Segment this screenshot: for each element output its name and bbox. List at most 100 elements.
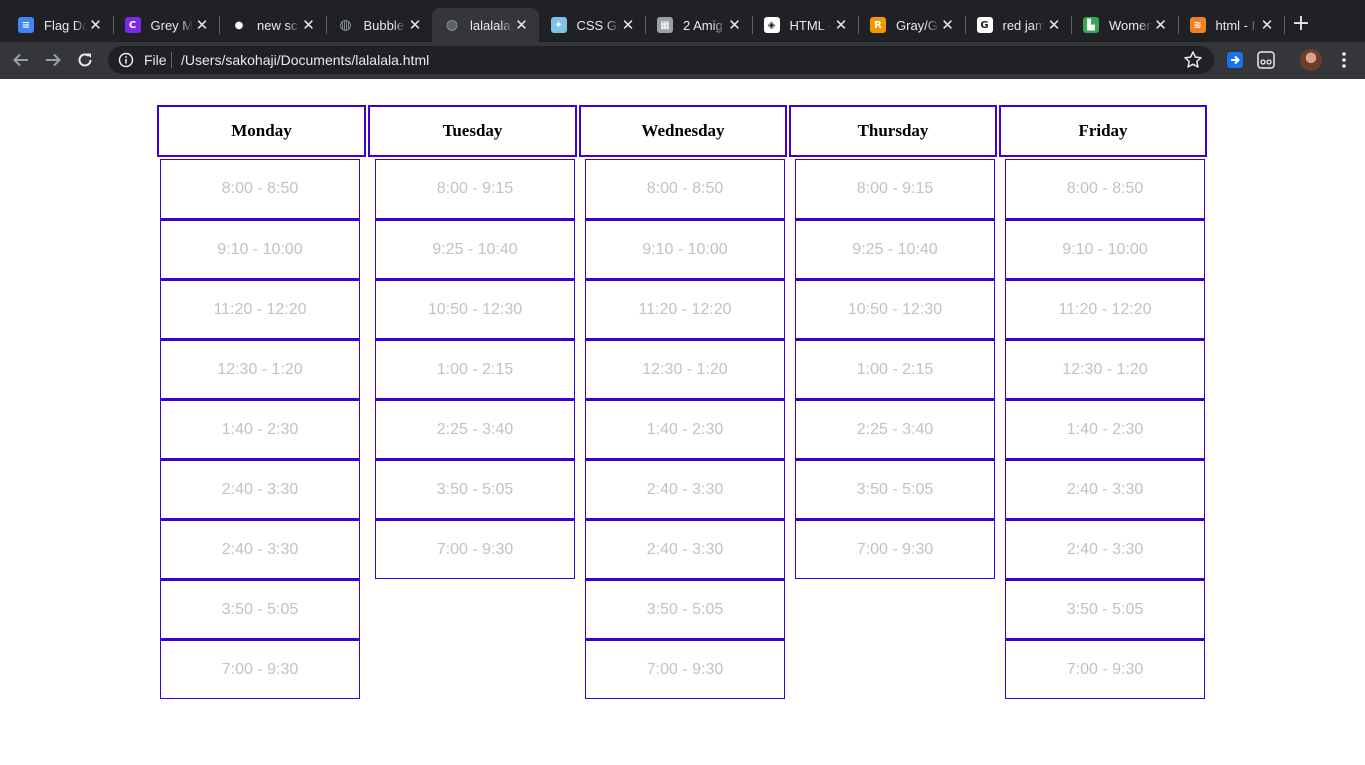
- page-content: Monday 8:00 - 8:50 9:10 - 10:00 11:20 - 12:…: [0, 79, 1365, 765]
- profile-avatar[interactable]: [1300, 49, 1322, 71]
- tab-10[interactable]: ▙ Women ✕: [1071, 8, 1178, 42]
- time-slot-cell: 2:40 - 3:30: [160, 459, 360, 519]
- tab-5[interactable]: ✦ CSS Gr ✕: [539, 8, 646, 42]
- close-tab-icon[interactable]: ✕: [1152, 16, 1170, 34]
- time-slot-cell: 7:00 - 9:30: [160, 639, 360, 699]
- r-brand-icon: R: [870, 17, 886, 33]
- time-slot-cell: 3:50 - 5:05: [160, 579, 360, 639]
- forward-button[interactable]: [41, 48, 65, 72]
- tab-title: lalalala.: [470, 17, 513, 33]
- tab-0[interactable]: ≡ Flag Da ✕: [6, 8, 113, 42]
- close-tab-icon[interactable]: ✕: [300, 16, 318, 34]
- tab-title: CSS Gr: [576, 17, 620, 33]
- tab-title: Bubble: [363, 17, 404, 33]
- tab-title: Flag Da: [44, 17, 87, 33]
- time-slot-cell: 9:10 - 10:00: [160, 219, 360, 279]
- close-tab-icon[interactable]: ✕: [513, 16, 531, 34]
- tab-title: Gray/G: [896, 17, 938, 33]
- back-arrow-icon: [13, 53, 28, 67]
- address-bar[interactable]: File /Users/sakohaji/Documents/lalalala.…: [108, 46, 1214, 74]
- time-slot-cell: 8:00 - 8:50: [1005, 159, 1205, 219]
- day-column-thursday: 8:00 - 9:15 9:25 - 10:40 10:50 - 12:30 1:00…: [795, 159, 995, 579]
- bookmark-site-icon: ▙: [1083, 17, 1099, 33]
- tab-title: 2 Amig: [683, 17, 723, 33]
- time-slot-cell: 12:30 - 1:20: [160, 339, 360, 399]
- day-header-thursday: Thursday: [789, 105, 997, 157]
- canva-icon: C: [124, 17, 141, 33]
- tab-2[interactable]: ● new sc ✕: [219, 8, 326, 42]
- time-slot-cell: 7:00 - 9:30: [375, 519, 575, 579]
- time-slot-cell: 3:50 - 5:05: [375, 459, 575, 519]
- tab-8[interactable]: R Gray/G ✕: [858, 8, 965, 42]
- forward-arrow-icon: [46, 53, 61, 67]
- time-slot-cell: 3:50 - 5:05: [585, 579, 785, 639]
- back-button[interactable]: [9, 48, 33, 72]
- close-tab-icon[interactable]: ✕: [939, 16, 957, 34]
- time-slot-cell: 2:40 - 3:30: [585, 519, 785, 579]
- close-tab-icon[interactable]: ✕: [1258, 16, 1276, 34]
- url-text[interactable]: /Users/sakohaji/Documents/lalalala.html: [181, 52, 429, 68]
- day-header-wednesday: Wednesday: [579, 105, 787, 157]
- docs-icon: ≡: [18, 17, 34, 33]
- tab-6[interactable]: ▦ 2 Amig ✕: [645, 8, 752, 42]
- extension-reader-icon[interactable]: [1255, 49, 1277, 71]
- tab-separator: [1284, 16, 1285, 34]
- time-slot-cell: 11:20 - 12:20: [160, 279, 360, 339]
- tab-title: Women: [1109, 17, 1152, 33]
- tab-11[interactable]: ≋ html - I ✕: [1178, 8, 1285, 42]
- tab-7[interactable]: ◈ HTML - ✕: [752, 8, 859, 42]
- tab-1[interactable]: C Grey M ✕: [113, 8, 220, 42]
- close-tab-icon[interactable]: ✕: [726, 16, 744, 34]
- time-slot-cell: 3:50 - 5:05: [795, 459, 995, 519]
- time-slot-cell: 11:20 - 12:20: [585, 279, 785, 339]
- day-column-wednesday: 8:00 - 8:50 9:10 - 10:00 11:20 - 12:20 12:3…: [585, 159, 785, 699]
- close-tab-icon[interactable]: ✕: [1045, 16, 1063, 34]
- time-slot-cell: 8:00 - 8:50: [160, 159, 360, 219]
- time-slot-cell: 2:25 - 3:40: [795, 399, 995, 459]
- time-slot-cell: 2:40 - 3:30: [160, 519, 360, 579]
- time-slot-cell: 10:50 - 12:30: [375, 279, 575, 339]
- time-slot-cell: 1:40 - 2:30: [160, 399, 360, 459]
- day-column-monday: 8:00 - 8:50 9:10 - 10:00 11:20 - 12:20 12:3…: [160, 159, 360, 699]
- tab-3[interactable]: ◍ Bubble ✕: [326, 8, 433, 42]
- day-column-tuesday: 8:00 - 9:15 9:25 - 10:40 10:50 - 12:30 1:00…: [375, 159, 575, 579]
- github-icon: ●: [231, 17, 247, 33]
- time-slot-cell: 9:10 - 10:00: [585, 219, 785, 279]
- time-slot-cell: 7:00 - 9:30: [585, 639, 785, 699]
- close-tab-icon[interactable]: ✕: [406, 16, 424, 34]
- tab-title: new sc: [257, 17, 298, 33]
- time-slot-cell: 12:30 - 1:20: [1005, 339, 1205, 399]
- more-options-icon[interactable]: [1334, 49, 1354, 71]
- time-slot-cell: 12:30 - 1:20: [585, 339, 785, 399]
- close-tab-icon[interactable]: ✕: [619, 16, 637, 34]
- reload-icon: [78, 53, 92, 67]
- time-slot-cell: 9:25 - 10:40: [375, 219, 575, 279]
- time-slot-cell: 1:00 - 2:15: [795, 339, 995, 399]
- time-slot-cell: 9:10 - 10:00: [1005, 219, 1205, 279]
- close-tab-icon[interactable]: ✕: [832, 16, 850, 34]
- close-tab-icon[interactable]: ✕: [87, 16, 105, 34]
- extension-send-icon[interactable]: [1224, 49, 1246, 71]
- tab-4[interactable]: ◍ lalalala. ✕: [432, 8, 539, 42]
- day-header-friday: Friday: [999, 105, 1207, 157]
- css-tricks-icon: ✦: [550, 17, 567, 33]
- new-tab-button[interactable]: +: [1289, 12, 1313, 36]
- tab-9[interactable]: Gred jam ✕: [965, 8, 1072, 42]
- tab-title: HTML -: [789, 17, 833, 33]
- info-icon[interactable]: [118, 52, 134, 68]
- reload-button[interactable]: [73, 48, 97, 72]
- close-tab-icon[interactable]: ✕: [193, 16, 211, 34]
- tab-strip: + ≡ Flag Da ✕ C Grey M ✕ ● new sc ✕ ◍ Bubble ✕ ◍ lala…: [0, 0, 1365, 42]
- bookmark-star-icon[interactable]: [1182, 49, 1204, 71]
- time-slot-cell: 2:25 - 3:40: [375, 399, 575, 459]
- time-slot-cell: 1:40 - 2:30: [585, 399, 785, 459]
- address-divider: [171, 52, 172, 68]
- time-slot-cell: 7:00 - 9:30: [795, 519, 995, 579]
- site-icon: ▦: [657, 17, 673, 33]
- tab-title: html - I: [1215, 17, 1256, 33]
- google-icon: G: [976, 17, 993, 33]
- time-slot-cell: 3:50 - 5:05: [1005, 579, 1205, 639]
- codepen-icon: ◈: [763, 17, 780, 33]
- time-slot-cell: 10:50 - 12:30: [795, 279, 995, 339]
- globe-icon: ◍: [445, 17, 459, 33]
